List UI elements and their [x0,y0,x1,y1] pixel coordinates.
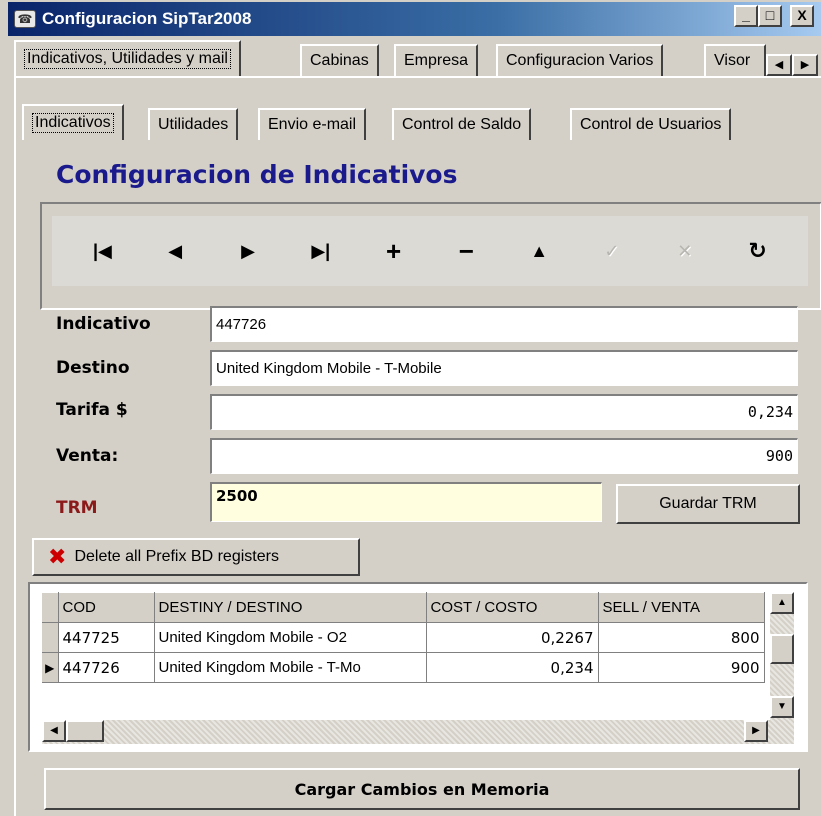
cargar-cambios-button[interactable]: Cargar Cambios en Memoria [44,768,800,810]
post-record-icon[interactable]: ✓ [590,229,634,273]
inner-tab-strip: Indicativos Utilidades Envio e-mail Cont… [22,104,802,140]
tab-empresa[interactable]: Empresa [394,44,479,76]
scroll-thumb[interactable] [770,634,794,664]
column-header-costo[interactable]: COST / COSTO [426,592,599,623]
app-window: ☎ Configuracion SipTar2008 _ □ X Indicat… [0,0,821,816]
row-indicator [42,622,59,653]
refresh-icon[interactable]: ↻ [736,229,780,273]
delete-record-icon[interactable]: − [444,229,488,273]
table-row[interactable]: ▶ 447726 United Kingdom Mobile - T-Mo 0,… [42,652,765,683]
db-navigator: |◀ ◀ ▶ ▶| + − ▲ ✓ ✕ ↻ [40,202,821,310]
destino-field[interactable] [210,350,798,386]
cell-venta[interactable]: 800 [598,622,765,653]
scroll-left-icon[interactable]: ◀ [42,720,66,742]
edit-record-icon[interactable]: ▲ [517,229,561,273]
prior-record-icon[interactable]: ◀ [153,229,197,273]
column-header-venta[interactable]: SELL / VENTA [598,592,765,623]
navigator-buttons: |◀ ◀ ▶ ▶| + − ▲ ✓ ✕ ↻ [52,216,808,286]
prefix-grid[interactable]: COD DESTINY / DESTINO COST / COSTO SELL … [28,582,808,752]
cell-destino[interactable]: United Kingdom Mobile - O2 [154,622,427,653]
cell-cod[interactable]: 447725 [58,622,155,653]
grid-table: COD DESTINY / DESTINO COST / COSTO SELL … [42,592,765,683]
table-row[interactable]: 447725 United Kingdom Mobile - O2 0,2267… [42,622,765,653]
cell-destino[interactable]: United Kingdom Mobile - T-Mo [154,652,427,683]
column-header-cod[interactable]: COD [58,592,155,623]
next-record-icon[interactable]: ▶ [226,229,270,273]
tab-scroll-left-icon[interactable]: ◀ [766,54,792,76]
venta-label: Venta: [56,446,119,466]
cell-costo[interactable]: 0,2267 [426,622,599,653]
tab-control-de-saldo[interactable]: Control de Saldo [392,108,532,140]
delete-all-prefix-button[interactable]: ✖ Delete all Prefix BD registers [32,538,360,576]
tarifa-field[interactable]: 0,234 [210,394,798,430]
last-record-icon[interactable]: ▶| [299,229,343,273]
cell-venta[interactable]: 900 [598,652,765,683]
venta-field[interactable]: 900 [210,438,798,474]
title-bar[interactable]: ☎ Configuracion SipTar2008 [8,2,821,36]
tab-utilidades[interactable]: Utilidades [148,108,239,140]
trm-field[interactable]: 2500 [210,482,602,522]
cancel-record-icon[interactable]: ✕ [663,229,707,273]
close-button[interactable]: X [790,5,814,27]
grid-header-row: COD DESTINY / DESTINO COST / COSTO SELL … [42,592,765,623]
current-row-arrow-icon: ▶ [42,652,59,683]
hscroll-thumb[interactable] [66,720,104,742]
tab-control-de-usuarios[interactable]: Control de Usuarios [570,108,732,140]
outer-tab-strip: Indicativos, Utilidades y mail Cabinas E… [14,40,821,76]
indicativo-field[interactable] [210,306,798,342]
tab-indicativos[interactable]: Indicativos [22,104,124,140]
horizontal-scrollbar[interactable]: ◀ ▶ [42,720,794,744]
vertical-scrollbar[interactable]: ▲ ▼ [770,592,794,720]
column-header-destino[interactable]: DESTINY / DESTINO [154,592,427,623]
tab-indicativos-utilidades-mail[interactable]: Indicativos, Utilidades y mail [14,40,241,76]
guardar-trm-button[interactable]: Guardar TRM [616,484,800,524]
tarifa-label: Tarifa $ [56,400,128,420]
window-title: Configuracion SipTar2008 [42,9,252,28]
page-title: Configuracion de Indicativos [56,160,458,189]
first-record-icon[interactable]: |◀ [80,229,124,273]
tab-configuracion-varios[interactable]: Configuracion Varios [496,44,664,76]
cell-costo[interactable]: 0,234 [426,652,599,683]
tab-scroll-right-icon[interactable]: ▶ [792,54,818,76]
insert-record-icon[interactable]: + [372,229,416,273]
grid-indicator-header [42,592,59,623]
tab-envio-email[interactable]: Envio e-mail [258,108,367,140]
scroll-up-icon[interactable]: ▲ [770,592,794,614]
cell-cod[interactable]: 447726 [58,652,155,683]
tab-page: Indicativos Utilidades Envio e-mail Cont… [14,76,821,816]
trm-label: TRM [56,498,98,518]
scroll-down-icon[interactable]: ▼ [770,696,794,718]
minimize-button[interactable]: _ [734,5,758,27]
delete-x-icon: ✖ [48,544,67,569]
tab-cabinas[interactable]: Cabinas [300,44,379,76]
maximize-button[interactable]: □ [758,5,782,27]
tab-visor[interactable]: Visor [704,44,766,76]
indicativo-label: Indicativo [56,314,151,334]
tab-scroll: ◀ ▶ [766,54,818,76]
scroll-right-icon[interactable]: ▶ [744,720,768,742]
destino-label: Destino [56,358,130,378]
telephone-icon: ☎ [14,10,36,28]
